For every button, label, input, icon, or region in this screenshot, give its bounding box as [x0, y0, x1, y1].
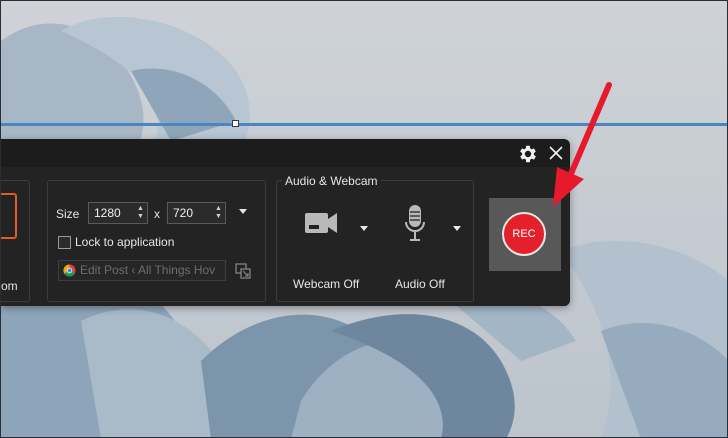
lock-to-application-label: Lock to application	[75, 235, 175, 249]
height-spin-arrows[interactable]: ▲ ▼	[215, 205, 223, 221]
record-button[interactable]: REC	[502, 212, 546, 256]
capture-resize-handle[interactable]	[232, 120, 239, 127]
application-value: Edit Post ‹ All Things Hov	[80, 263, 216, 277]
close-icon[interactable]	[547, 144, 565, 162]
capture-mode-label: om	[1, 279, 18, 293]
pick-window-icon[interactable]	[235, 263, 251, 279]
height-stepper[interactable]: 720 ▲ ▼	[167, 202, 226, 224]
recorder-toolbar: om Size 1280 ▲ ▼ x 720 ▲ ▼ Lock to applica…	[1, 139, 570, 306]
audio-chevron-down-icon[interactable]	[453, 226, 461, 231]
desktop-background: om Size 1280 ▲ ▼ x 720 ▲ ▼ Lock to applica…	[0, 0, 728, 438]
size-label: Size	[56, 207, 80, 221]
audio-off-label[interactable]: Audio Off	[395, 277, 445, 291]
custom-area-mode-icon[interactable]	[1, 193, 17, 239]
webcam-chevron-down-icon[interactable]	[360, 226, 368, 231]
application-select[interactable]: Edit Post ‹ All Things Hov	[58, 260, 226, 281]
width-value: 1280	[94, 206, 121, 220]
size-separator: x	[154, 207, 160, 221]
gear-icon[interactable]	[517, 143, 539, 165]
audio-webcam-title: Audio & Webcam	[282, 174, 381, 188]
toolbar-titlebar[interactable]	[1, 139, 570, 167]
chrome-icon	[63, 264, 76, 277]
capture-region-border[interactable]	[1, 123, 727, 126]
size-preset-chevron-down-icon[interactable]	[239, 209, 247, 214]
height-value: 720	[173, 206, 194, 220]
width-spin-arrows[interactable]: ▲ ▼	[137, 205, 145, 221]
lock-to-application-checkbox[interactable]	[58, 236, 71, 249]
microphone-icon[interactable]	[404, 204, 426, 244]
width-stepper[interactable]: 1280 ▲ ▼	[88, 202, 148, 224]
record-button-area: REC	[489, 198, 561, 271]
webcam-icon[interactable]	[304, 210, 338, 236]
webcam-off-label[interactable]: Webcam Off	[293, 277, 359, 291]
